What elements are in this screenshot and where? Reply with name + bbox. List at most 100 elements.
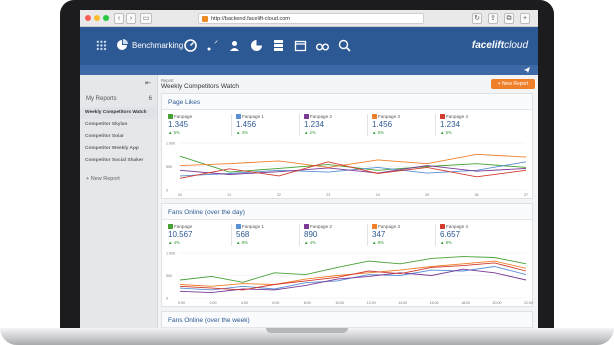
stat-card: Fanpage 2 1.234 ▲ 2% <box>304 114 366 135</box>
back-icon[interactable]: ‹ <box>114 13 124 24</box>
gauge-icon[interactable] <box>184 39 197 52</box>
stat-card: Fanpage 1 568 ▲ 8% <box>236 224 298 245</box>
reload-icon[interactable]: ↻ <box>472 13 482 24</box>
checkbox-icon[interactable] <box>372 224 377 229</box>
browser-chrome: ‹ › ▭ http://backend.facelift-cloud.com … <box>80 10 538 27</box>
sidebar-item-competitor-soiar[interactable]: Competitor Soiar <box>80 131 157 143</box>
x-tick-label: 6:00 <box>272 301 279 305</box>
stat-checkbox-label[interactable]: Fanpage 4 <box>440 224 502 229</box>
y-tick-label: 1.000 <box>166 252 175 256</box>
send-icon[interactable] <box>524 67 530 73</box>
stat-change: ▲ 8% <box>372 240 384 245</box>
fans-online-day-panel: Fans Online (over the day) Fanpage 10.567… <box>161 203 533 307</box>
stat-checkbox-label[interactable]: Fanpage <box>168 224 230 229</box>
url-text: http://backend.facelift-cloud.com <box>211 16 290 22</box>
main-content: Report Weekly Competitors Watch + New Re… <box>158 75 538 328</box>
checkbox-icon[interactable] <box>236 224 241 229</box>
user-star-icon[interactable] <box>228 39 241 52</box>
stat-name: Fanpage 1 <box>242 114 264 119</box>
add-tab-icon[interactable]: + <box>520 13 530 24</box>
pie-chart-nav-icon[interactable] <box>250 39 263 52</box>
panel-header: Page Likes <box>162 94 532 110</box>
new-report-link[interactable]: + New Report <box>86 176 120 182</box>
brand-logo: faceliftcloud <box>472 40 528 51</box>
sidebar-item-competitor-weekly-app[interactable]: Competitor Weekly App <box>80 143 157 155</box>
stat-name: Fanpage 1 <box>242 224 264 229</box>
sidebar-item-weekly-competitors-watch[interactable]: Weekly Competitors Watch <box>80 107 157 119</box>
forward-icon[interactable]: › <box>126 13 136 24</box>
section-label[interactable]: Benchmarking <box>132 41 183 50</box>
stat-value: 1.456 <box>236 120 257 129</box>
stat-checkbox-label[interactable]: Fanpage 1 <box>236 114 298 119</box>
stat-value: 1.456 <box>372 120 393 129</box>
fans-online-week-panel: Fans Online (over the week) 10.567568890… <box>161 311 533 328</box>
stat-divider <box>299 114 300 136</box>
sidebar-toggle-icon[interactable]: ▭ <box>140 13 152 24</box>
x-tick-label: 12:00 <box>367 301 376 305</box>
stat-change: ▲ 4% <box>304 240 316 245</box>
stat-checkbox-label[interactable]: Fanpage 3 <box>372 224 434 229</box>
x-tick-label: 24 <box>376 193 380 197</box>
stat-checkbox-label[interactable]: Fanpage 4 <box>440 114 502 119</box>
stat-value: 10.567 <box>168 230 193 239</box>
stat-card: Fanpage 4 6.657 ▲ 8% <box>440 224 502 245</box>
stage: ‹ › ▭ http://backend.facelift-cloud.com … <box>0 0 614 345</box>
panel-header: Fans Online (over the week) <box>162 312 532 328</box>
stat-name: Fanpage <box>174 114 193 119</box>
checkbox-icon[interactable] <box>236 114 241 119</box>
search-chart-icon[interactable] <box>338 39 351 52</box>
x-tick-label: 4:00 <box>241 301 248 305</box>
share-icon[interactable]: ⇪ <box>488 13 498 24</box>
stat-value: 347 <box>372 230 386 239</box>
binoculars-icon[interactable] <box>316 39 329 52</box>
stat-checkbox-label[interactable]: Fanpage 1 <box>236 224 298 229</box>
checkbox-icon[interactable] <box>168 114 173 119</box>
stat-checkbox-label[interactable]: Fanpage 3 <box>372 114 434 119</box>
brand-sub: cloud <box>504 40 528 51</box>
close-window-icon[interactable] <box>85 15 91 21</box>
checkbox-icon[interactable] <box>372 114 377 119</box>
app-header: Benchmarking faceliftcloud <box>80 27 538 65</box>
panel-header: Fans Online (over the day) <box>162 204 532 220</box>
stat-divider <box>367 114 368 136</box>
stat-value: 1.234 <box>440 120 461 129</box>
checkbox-icon[interactable] <box>304 114 309 119</box>
stat-card: Fanpage 4 1.234 ▲ 6% <box>440 114 502 135</box>
checkbox-icon[interactable] <box>440 114 445 119</box>
series-line-fanpage-4[interactable] <box>179 262 527 291</box>
x-tick-label: 18:00 <box>461 301 470 305</box>
y-tick-label: 0 <box>166 297 168 301</box>
rocket-icon[interactable] <box>206 39 219 52</box>
stat-name: Fanpage 2 <box>310 224 332 229</box>
document-stack-icon[interactable] <box>272 39 285 52</box>
app-grid-icon[interactable] <box>96 40 107 51</box>
x-tick-label: 0:00 <box>178 301 185 305</box>
stat-checkbox-label[interactable]: Fanpage 2 <box>304 224 366 229</box>
stat-change: ▲ 5% <box>372 130 384 135</box>
stat-divider <box>231 114 232 136</box>
page-likes-panel: Page Likes Fanpage 1.345 ▲ 5% Fanpage 1 1.45… <box>161 93 533 199</box>
x-tick-label: 23 <box>326 193 330 197</box>
stat-name: Fanpage 2 <box>310 114 332 119</box>
stat-checkbox-label[interactable]: Fanpage <box>168 114 230 119</box>
stat-card: Fanpage 3 1.456 ▲ 5% <box>372 114 434 135</box>
checkbox-icon[interactable] <box>304 224 309 229</box>
sidebar-item-competitor-social-shaker[interactable]: Competitor Social Shaker <box>80 155 157 167</box>
calendar-icon[interactable] <box>294 39 307 52</box>
maximize-window-icon[interactable] <box>103 15 109 21</box>
favicon-icon <box>202 16 208 22</box>
sidebar-item-competitor-skylan[interactable]: Competitor Skylan <box>80 119 157 131</box>
tabs-icon[interactable]: ⧉ <box>504 13 514 24</box>
checkbox-icon[interactable] <box>168 224 173 229</box>
series-line-fanpage-3[interactable] <box>179 153 527 168</box>
url-bar[interactable]: http://backend.facelift-cloud.com <box>198 13 424 24</box>
laptop-notch <box>266 328 348 333</box>
new-report-button[interactable]: + New Report <box>491 79 535 89</box>
x-tick-label: 27 <box>524 193 528 197</box>
stat-name: Fanpage 3 <box>378 224 400 229</box>
checkbox-icon[interactable] <box>440 224 445 229</box>
stat-checkbox-label[interactable]: Fanpage 2 <box>304 114 366 119</box>
minimize-window-icon[interactable] <box>94 15 100 21</box>
collapse-sidebar-icon[interactable]: ⇤ <box>145 79 151 87</box>
sub-header <box>80 65 538 75</box>
